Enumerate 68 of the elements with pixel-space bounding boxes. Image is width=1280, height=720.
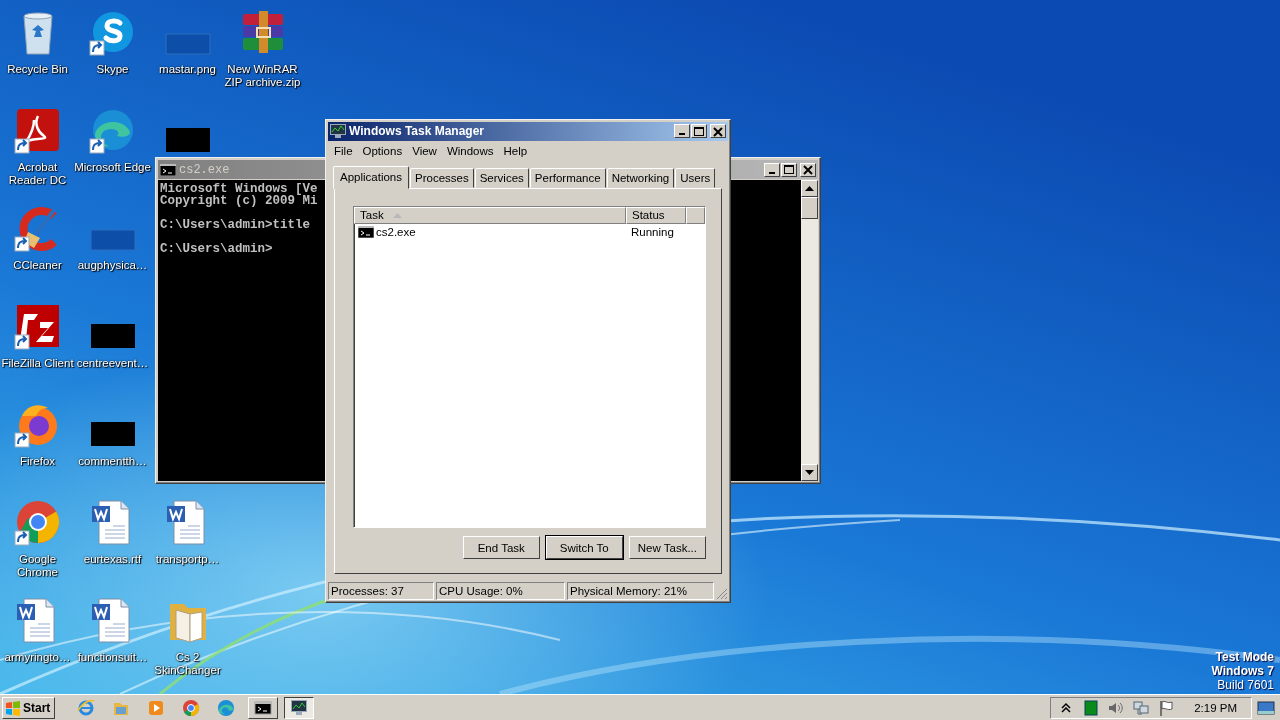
- menu-item[interactable]: Options: [360, 144, 408, 157]
- scroll-up-button[interactable]: [801, 180, 818, 197]
- column-header[interactable]: Task: [354, 206, 626, 224]
- tile-icon[interactable]: [13, 302, 62, 350]
- tab[interactable]: Performance: [529, 167, 606, 188]
- minimize-icon: [769, 171, 775, 174]
- monitor-icon: [290, 698, 309, 717]
- tab[interactable]: Networking: [606, 167, 675, 188]
- taskbar-button[interactable]: [284, 696, 315, 719]
- network-icon[interactable]: [1132, 698, 1151, 717]
- icon-label[interactable]: Microsoft Edge: [73, 161, 152, 174]
- menu-item[interactable]: Windows: [444, 144, 499, 157]
- tab[interactable]: Services: [474, 167, 529, 188]
- maximize-button[interactable]: [781, 162, 797, 177]
- notice-text: Windows 7: [1211, 664, 1274, 678]
- maximize-icon: [782, 163, 796, 176]
- notice-text: Build 7601: [1216, 678, 1274, 692]
- menu-item[interactable]: View: [410, 144, 442, 157]
- button[interactable]: Switch To: [545, 536, 623, 560]
- scroll-thumb[interactable]: [801, 197, 818, 219]
- arrow-up-icon: [805, 186, 814, 191]
- table-cell: Running: [631, 226, 674, 239]
- status-text: Physical Memory: 21%: [567, 581, 714, 600]
- maximize-button[interactable]: [691, 124, 707, 139]
- close-icon: [801, 163, 815, 176]
- tab[interactable]: Applications: [333, 165, 409, 189]
- arrow-down-icon: [805, 470, 814, 475]
- status-icon[interactable]: [1082, 698, 1101, 717]
- close-icon: [711, 124, 725, 138]
- clock[interactable]: 2:19 PM: [1194, 701, 1237, 714]
- scroll-down-button[interactable]: [801, 464, 818, 481]
- resize-grip-icon[interactable]: [716, 588, 728, 600]
- window-title: Windows Task Manager: [349, 124, 485, 139]
- document-icon[interactable]: [13, 106, 62, 154]
- show-desktop-icon[interactable]: [1257, 700, 1275, 715]
- minimize-button[interactable]: [764, 162, 780, 177]
- chrome-icon[interactable]: [181, 698, 200, 717]
- menu-item[interactable]: Help: [501, 144, 533, 157]
- sort-icon: [392, 212, 402, 218]
- button[interactable]: New Task...: [628, 536, 706, 560]
- tab[interactable]: Users: [675, 167, 716, 188]
- minimize-icon: [679, 133, 685, 136]
- close-button[interactable]: [710, 124, 726, 139]
- console-icon: [254, 698, 273, 717]
- menu-item[interactable]: File: [332, 144, 358, 157]
- tab[interactable]: Processes: [410, 167, 474, 188]
- console-text: C:\Users\admin>title: [160, 219, 311, 234]
- scrollbar[interactable]: [801, 180, 818, 481]
- column-header[interactable]: Status: [626, 206, 686, 224]
- close-button[interactable]: [800, 162, 816, 177]
- list-row[interactable]: cs2.exe Running: [354, 223, 705, 241]
- table-cell: cs2.exe: [376, 226, 416, 239]
- status-text: Processes: 37: [328, 581, 434, 600]
- console-icon: [358, 226, 374, 239]
- minimize-button[interactable]: [674, 124, 690, 139]
- chrome-icon[interactable]: [13, 498, 62, 546]
- monitor-icon: [330, 124, 346, 139]
- start-button[interactable]: Start: [2, 696, 56, 719]
- console-text: Copyright (c) 2009 Mi: [160, 195, 318, 210]
- notice-text: Test Mode: [1214, 650, 1274, 664]
- flag-icon[interactable]: [1157, 698, 1176, 717]
- button[interactable]: End Task: [462, 536, 540, 560]
- console-text: Microsoft Windows [Ve: [160, 183, 318, 195]
- windows-logo-icon: [5, 699, 21, 716]
- console-icon: [160, 163, 176, 176]
- console-text: C:\Users\admin>: [160, 243, 273, 255]
- status-text: CPU Usage: 0%: [436, 581, 565, 600]
- window-title: cs2.exe: [179, 162, 230, 177]
